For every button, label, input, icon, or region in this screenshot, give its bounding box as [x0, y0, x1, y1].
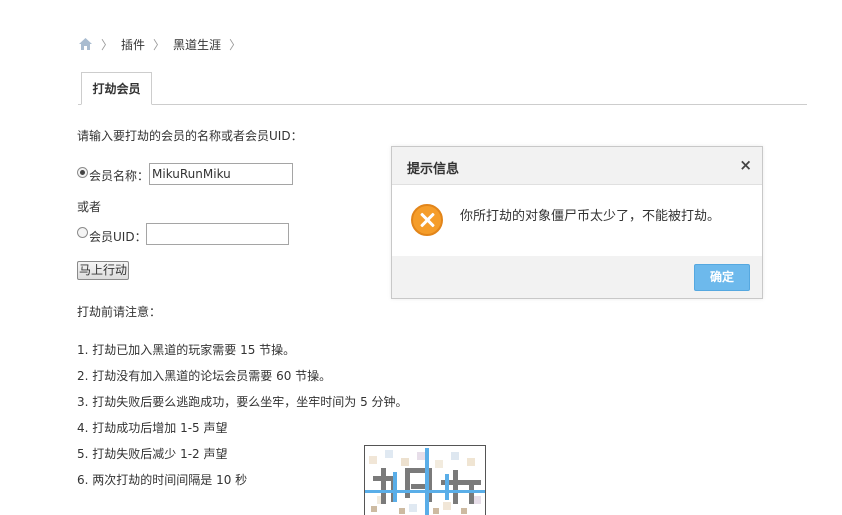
- note-item: 3. 打劫失败后要么逃跑成功，要么坐牢，坐牢时间为 5 分钟。: [77, 395, 408, 409]
- captcha-image[interactable]: [364, 445, 486, 515]
- form-intro: 请输入要打劫的会员的名称或者会员UID：: [77, 129, 303, 143]
- note-item: 5. 打劫失败后减少 1-2 声望: [77, 447, 228, 461]
- tab-bar: 打劫会员: [78, 72, 807, 105]
- breadcrumb-item-plugins[interactable]: 插件: [121, 36, 145, 53]
- error-x-icon: [411, 204, 443, 236]
- act-now-button[interactable]: 马上行动: [77, 261, 129, 280]
- note-item: 4. 打劫成功后增加 1-5 声望: [77, 421, 228, 435]
- member-uid-input[interactable]: [146, 223, 289, 245]
- tab-rob-member[interactable]: 打劫会员: [81, 72, 152, 105]
- dialog-message: 你所打劫的对象僵尸币太少了，不能被打劫。: [460, 209, 721, 224]
- breadcrumb-separator: 〉: [101, 37, 114, 52]
- radio-member-name[interactable]: [77, 167, 88, 178]
- member-name-input[interactable]: [149, 163, 293, 185]
- breadcrumb: 〉 插件 〉 黑道生涯 〉: [78, 36, 249, 52]
- dialog-footer: 确定: [392, 256, 762, 298]
- notes-heading: 打劫前请注意：: [77, 305, 162, 319]
- breadcrumb-separator: 〉: [153, 37, 166, 52]
- breadcrumb-separator: 〉: [229, 37, 242, 52]
- dialog-body: 你所打劫的对象僵尸币太少了，不能被打劫。: [392, 185, 762, 258]
- member-uid-label: 会员UID：: [89, 230, 147, 244]
- note-item: 6. 两次打劫的时间间隔是 10 秒: [77, 473, 248, 487]
- or-text: 或者: [77, 200, 102, 214]
- dialog-header: 提示信息 ×: [392, 147, 762, 185]
- note-item: 2. 打劫没有加入黑道的论坛会员需要 60 节操。: [77, 369, 332, 383]
- alert-dialog: 提示信息 × 你所打劫的对象僵尸币太少了，不能被打劫。 确定: [391, 146, 763, 299]
- radio-member-uid[interactable]: [77, 227, 88, 238]
- home-icon[interactable]: [78, 37, 93, 51]
- close-icon[interactable]: ×: [739, 156, 752, 174]
- breadcrumb-item-gang-career[interactable]: 黑道生涯: [173, 36, 221, 53]
- member-name-label: 会员名称：: [89, 169, 150, 183]
- note-item: 1. 打劫已加入黑道的玩家需要 15 节操。: [77, 343, 296, 357]
- captcha-graphic: [365, 446, 485, 515]
- ok-button[interactable]: 确定: [694, 264, 750, 291]
- dialog-title: 提示信息: [407, 162, 460, 177]
